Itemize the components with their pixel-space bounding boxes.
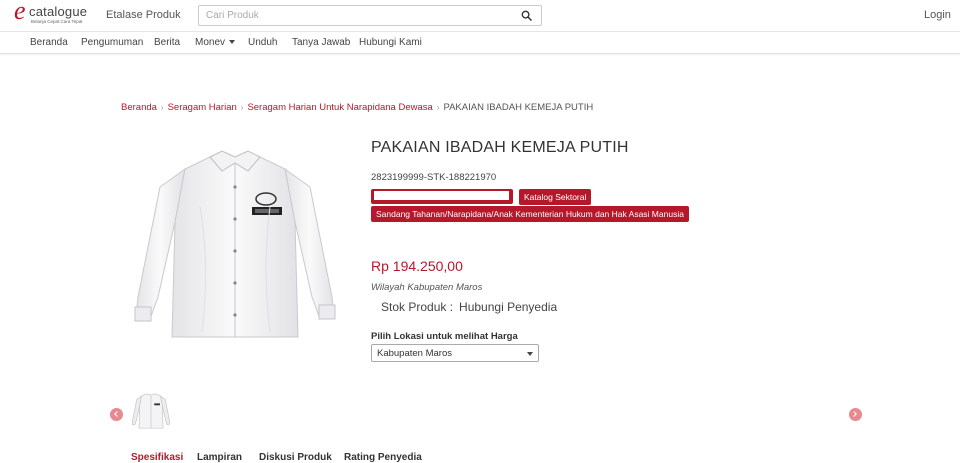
stock-label: Stok Produk : [381, 300, 454, 314]
chevron-down-icon [527, 352, 533, 356]
breadcrumb-separator-icon: › [240, 103, 244, 112]
nav-item-pengumuman[interactable]: Pengumuman [81, 37, 143, 48]
location-selected-value: Kabupaten Maros [377, 348, 452, 359]
product-price: Rp 194.250,00 [371, 258, 463, 274]
tab-diskusi-produk[interactable]: Diskusi Produk [259, 452, 332, 463]
product-code: 2823199999-STK-188221970 [371, 172, 497, 183]
nav-item-monev[interactable]: Monev [195, 37, 236, 48]
nav-item-hubungi-kami[interactable]: Hubungi Kami [359, 37, 422, 48]
badge-blank-inner [374, 191, 509, 200]
breadcrumb-separator-icon: › [160, 103, 164, 112]
nav-item-beranda[interactable]: Beranda [30, 37, 68, 48]
search-input[interactable] [199, 6, 509, 25]
login-link[interactable]: Login [924, 9, 951, 21]
product-region: Wilayah Kabupaten Maros [371, 282, 483, 293]
breadcrumb-separator-icon: › [436, 103, 440, 112]
ecatalogue-logo[interactable]: e catalogue Belanja Cepat Cara Tepat [14, 0, 88, 28]
main-nav: Beranda Pengumuman Berita Monev Unduh Ta… [0, 32, 960, 54]
search-box [198, 5, 542, 26]
location-select[interactable]: Kabupaten Maros [371, 344, 539, 362]
breadcrumb: Beranda › Seragam Harian › Seragam Harian Un… [121, 102, 593, 113]
nav-item-monev-label: Monev [195, 37, 226, 48]
badge-category: Sandang Tahanan/Narapidana/Anak Kementer… [371, 206, 689, 222]
badge-katalog-sektoral: Katalog Sektoral [519, 189, 592, 205]
location-label: Pilih Lokasi untuk melihat Harga [371, 331, 518, 342]
nav-item-tanya-jawab[interactable]: Tanya Jawab [292, 37, 350, 48]
nav-item-berita[interactable]: Berita [154, 37, 180, 48]
etalase-produk-link[interactable]: Etalase Produk [106, 9, 181, 21]
tab-spesifikasi[interactable]: Spesifikasi [131, 452, 183, 463]
tab-lampiran[interactable]: Lampiran [197, 452, 242, 463]
stock-info: Stok Produk : Hubungi Penyedia [381, 300, 557, 314]
breadcrumb-category[interactable]: Seragam Harian Untuk Narapidana Dewasa [247, 102, 432, 113]
carousel-next-button[interactable] [849, 408, 862, 421]
breadcrumb-current: PAKAIAN IBADAH KEMEJA PUTIH [443, 102, 594, 113]
logo-text: catalogue [29, 4, 88, 19]
breadcrumb-beranda[interactable]: Beranda [121, 102, 157, 113]
top-header: e catalogue Belanja Cepat Cara Tepat Eta… [0, 0, 960, 32]
search-icon[interactable] [521, 10, 532, 21]
carousel-prev-button[interactable] [110, 408, 123, 421]
product-thumbnail[interactable] [131, 391, 171, 431]
product-image[interactable] [130, 147, 340, 347]
badge-blank [371, 189, 513, 204]
logo-e-glyph: e [14, 0, 26, 25]
chevron-down-icon [229, 40, 236, 45]
stock-value: Hubungi Penyedia [459, 300, 558, 314]
nav-item-unduh[interactable]: Unduh [248, 37, 277, 48]
logo-tagline: Belanja Cepat Cara Tepat [31, 19, 83, 24]
tab-rating-penyedia[interactable]: Rating Penyedia [344, 452, 422, 463]
breadcrumb-seragam-harian[interactable]: Seragam Harian [168, 102, 237, 113]
product-title: PAKAIAN IBADAH KEMEJA PUTIH [371, 139, 629, 156]
